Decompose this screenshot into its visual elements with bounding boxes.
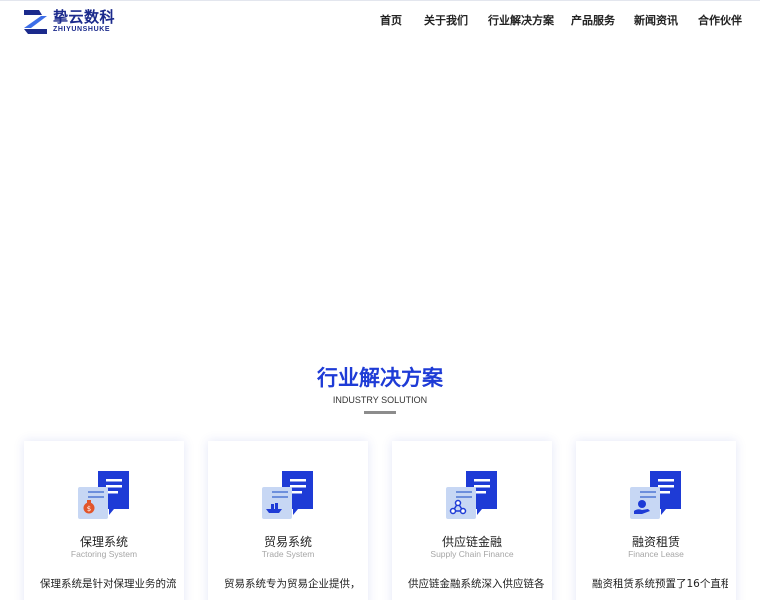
nav-home[interactable]: 首页 (380, 14, 402, 28)
section-divider (364, 411, 396, 414)
svg-text:$: $ (87, 505, 91, 513)
card-subtitle: Trade System (261, 549, 315, 559)
card-subtitle: Factoring System (70, 549, 138, 559)
section-subtitle: INDUSTRY SOLUTION (332, 395, 428, 405)
card-description: 贸易系统专为贸易企业提供， (224, 578, 360, 590)
nav-news[interactable]: 新闻资讯 (634, 14, 678, 28)
card-description: 保理系统是针对保理业务的流 (40, 578, 176, 590)
solution-card-finance-lease[interactable]: 融资租赁 Finance Lease 融资租赁系统预置了16个直租 (576, 441, 736, 600)
site-header: 挚云数科 ZHIYUNSHUKE 首页 关于我们 行业解决方案 产品服务 新闻资… (0, 0, 760, 42)
ship-document-icon (262, 471, 313, 519)
card-description: 融资租赁系统预置了16个直租 (592, 578, 728, 590)
hero-banner (0, 42, 760, 342)
card-subtitle: Supply Chain Finance (430, 549, 514, 559)
chain-network-document-icon (446, 471, 497, 519)
nav-about[interactable]: 关于我们 (424, 14, 468, 28)
card-description: 供应链金融系统深入供应链各 (408, 578, 544, 590)
card-subtitle: Finance Lease (628, 549, 684, 559)
money-bag-document-icon: $ (78, 471, 129, 519)
solution-card-factoring[interactable]: $ 保理系统 Factoring System 保理系统是针对保理业务的流 (24, 441, 184, 600)
solution-card-supply-chain[interactable]: 供应链金融 Supply Chain Finance 供应链金融系统深入供应链各 (392, 441, 552, 600)
nav-partners[interactable]: 合作伙伴 (698, 14, 742, 28)
solution-card-trade[interactable]: 贸易系统 Trade System 贸易系统专为贸易企业提供， (208, 441, 368, 600)
nav-products[interactable]: 产品服务 (571, 14, 615, 28)
main-nav: 首页 关于我们 行业解决方案 产品服务 新闻资讯 合作伙伴 (0, 14, 760, 30)
hand-coin-document-icon (630, 471, 681, 519)
nav-solutions[interactable]: 行业解决方案 (488, 14, 554, 28)
section-title: 行业解决方案 (317, 366, 443, 390)
